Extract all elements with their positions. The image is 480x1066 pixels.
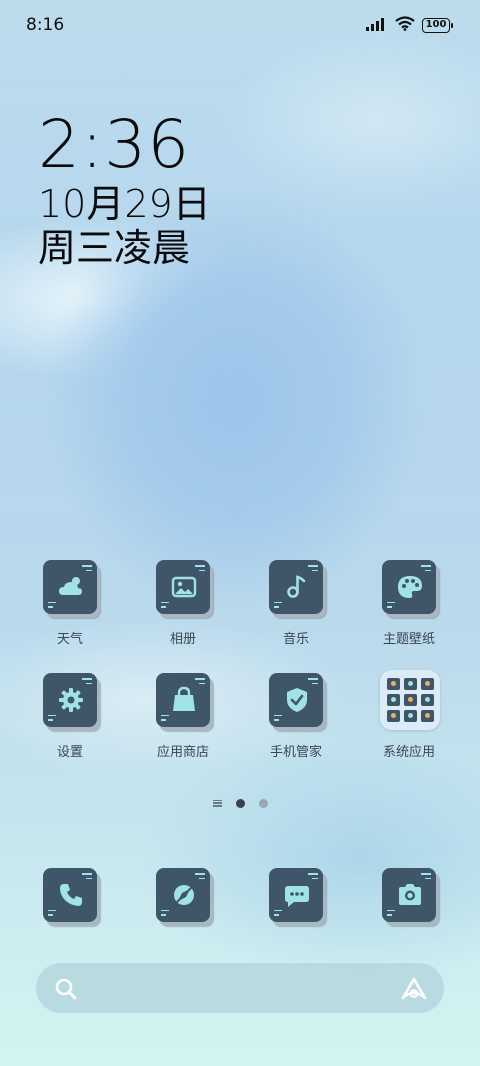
signal-icon (366, 16, 388, 35)
app-label: 设置 (56, 745, 83, 760)
weather-icon (41, 560, 99, 618)
app-label: 系统应用 (382, 745, 435, 760)
search-icon[interactable] (54, 977, 78, 1005)
dock-browser[interactable] (133, 868, 233, 926)
search-bar[interactable] (36, 963, 444, 1013)
folder-icon (380, 670, 440, 731)
app-label: 天气 (56, 632, 83, 647)
clock-widget[interactable]: 2:36 10月29日 周三凌晨 (38, 106, 211, 271)
music-icon (267, 560, 325, 618)
battery-icon: 100 (422, 17, 453, 33)
page-dot-2[interactable] (258, 798, 268, 808)
app-weather[interactable]: 天气 (20, 560, 120, 647)
app-themes[interactable]: 主题壁纸 (359, 560, 459, 647)
clock-day: 周三凌晨 (38, 226, 191, 270)
app-music[interactable]: 音乐 (246, 560, 346, 647)
page-dot-1[interactable] (235, 798, 245, 808)
status-icons: 100 (366, 15, 453, 35)
browser-icon (154, 868, 212, 926)
phone-icon (41, 868, 99, 926)
clock-time: 2:36 (38, 106, 191, 183)
camera-icon (380, 868, 438, 926)
page-indicator[interactable] (0, 796, 480, 810)
app-security[interactable]: 手机管家 (246, 673, 346, 760)
app-label: 主题壁纸 (382, 632, 435, 647)
app-gallery[interactable]: 相册 (133, 560, 233, 647)
message-icon (267, 868, 325, 926)
app-label: 应用商店 (156, 745, 209, 760)
shopping-bag-icon (154, 673, 212, 731)
app-system-folder[interactable]: 系统应用 (359, 670, 459, 760)
app-list-indicator-icon[interactable] (212, 799, 222, 807)
dock-phone[interactable] (20, 868, 120, 926)
dock-camera[interactable] (359, 868, 459, 926)
wifi-icon (395, 15, 415, 35)
app-label: 相册 (169, 632, 196, 647)
status-time: 8:16 (26, 15, 65, 35)
status-bar: 8:16 100 (0, 0, 480, 52)
app-store[interactable]: 应用商店 (133, 673, 233, 760)
palette-icon (380, 560, 438, 618)
clock-date: 10月29日 (38, 182, 211, 226)
gallery-icon (154, 560, 212, 618)
ai-assistant-icon[interactable] (400, 976, 428, 1006)
dock-messages[interactable] (246, 868, 346, 926)
shield-icon (267, 673, 325, 731)
app-label: 音乐 (282, 632, 309, 647)
app-label: 手机管家 (269, 745, 322, 760)
gear-icon (41, 673, 99, 731)
app-settings[interactable]: 设置 (20, 673, 120, 760)
